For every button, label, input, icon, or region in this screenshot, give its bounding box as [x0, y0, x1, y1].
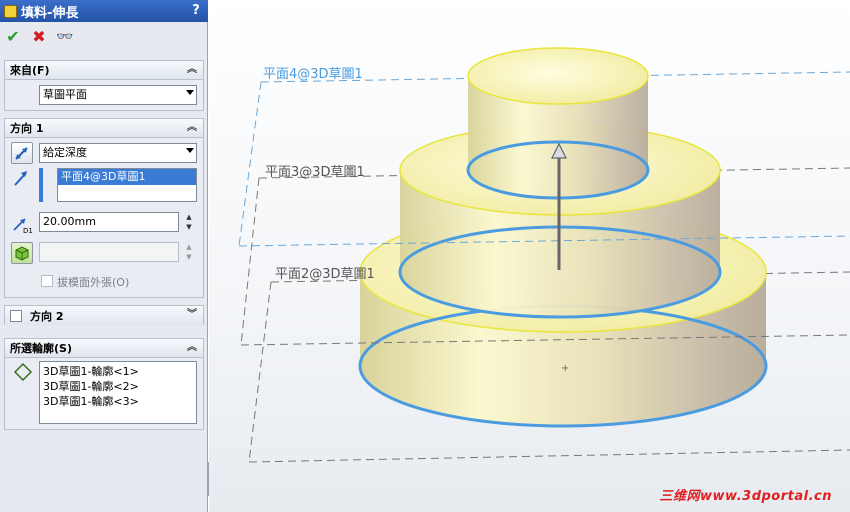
from-select[interactable]: 草圖平面	[39, 85, 197, 105]
collapse-icon[interactable]: ︽	[185, 341, 199, 355]
draft-outward-checkbox[interactable]	[41, 275, 53, 287]
end-condition-value: 給定深度	[43, 146, 87, 159]
collapse-icon[interactable]: ︽	[185, 121, 199, 135]
chevron-down-icon	[186, 90, 194, 95]
list-item[interactable]: 3D草圖1-輪廓<1>	[40, 364, 196, 379]
depth-icon: D1	[11, 212, 33, 235]
reverse-direction-icon[interactable]	[11, 142, 33, 164]
group-contours-title: 所選輪廓(S)	[10, 342, 72, 355]
group-direction2-header[interactable]: 方向 2 ︾	[5, 306, 203, 325]
panel-title: 填料-伸長	[21, 5, 79, 21]
group-from-header[interactable]: 來自(F) ︽	[5, 61, 203, 80]
depth-spinner[interactable]: ▲ ▼	[183, 212, 195, 232]
cancel-button[interactable]: ✖	[30, 28, 48, 46]
group-contours-header[interactable]: 所選輪廓(S) ︽	[5, 339, 203, 358]
help-button[interactable]: ?	[188, 2, 204, 19]
draft-icon[interactable]	[11, 242, 33, 264]
selection-marker	[39, 168, 43, 202]
plane3-label[interactable]: 平面3@3D草圖1	[265, 165, 365, 180]
group-from-title: 來自(F)	[10, 64, 50, 77]
ok-button[interactable]: ✔	[4, 28, 22, 46]
group-from: 來自(F) ︽ 草圖平面	[4, 60, 204, 111]
origin-marker: +	[561, 363, 569, 374]
model-scene: + 平面4@3D草圖1 平面3@3D草圖1 平面2@3D草圖1	[238, 47, 850, 463]
depth-input[interactable]: 20.00mm	[39, 212, 179, 232]
depth-value: 20.00mm	[43, 215, 96, 228]
property-manager: 填料-伸長 ? ✔ ✖ 👓 來自(F) ︽ 草圖平面 方向 1 ︽ 給定深度 平…	[0, 0, 208, 512]
group-direction2-title: 方向 2	[30, 309, 64, 323]
collapse-icon[interactable]: ︽	[185, 63, 199, 77]
contours-list[interactable]: 3D草圖1-輪廓<1> 3D草圖1-輪廓<2> 3D草圖1-輪廓<3>	[39, 361, 197, 424]
draft-angle-input[interactable]	[39, 242, 179, 262]
plane2-label[interactable]: 平面2@3D草圖1	[275, 267, 375, 282]
preview-button[interactable]: 👓	[56, 28, 74, 46]
svg-text:D1: D1	[23, 227, 33, 234]
title-bar: 填料-伸長 ?	[0, 0, 208, 22]
draft-spinner[interactable]: ▲ ▼	[183, 242, 195, 262]
watermark: 三维网www.3dportal.cn	[659, 489, 832, 504]
group-direction2: 方向 2 ︾	[4, 305, 204, 325]
direction-reference-list[interactable]: 平面4@3D草圖1	[57, 168, 197, 202]
group-direction1-title: 方向 1	[10, 122, 44, 135]
chevron-down-icon	[186, 148, 194, 153]
action-bar: ✔ ✖ 👓	[0, 24, 208, 50]
group-direction1-header[interactable]: 方向 1 ︽	[5, 119, 203, 138]
group-direction1: 方向 1 ︽ 給定深度 平面4@3D草圖1 D1 20.00mm ▲ ▼ ▲ ▼…	[4, 118, 204, 298]
draft-outward-label: 拔模面外張(O)	[57, 276, 130, 289]
direction2-checkbox[interactable]	[10, 309, 22, 322]
list-item[interactable]: 3D草圖1-輪廓<3>	[40, 394, 196, 409]
direction-arrow-icon	[11, 168, 33, 190]
group-contours: 所選輪廓(S) ︽ 3D草圖1-輪廓<1> 3D草圖1-輪廓<2> 3D草圖1-…	[4, 338, 204, 430]
from-select-value: 草圖平面	[43, 88, 87, 101]
feature-icon	[4, 4, 17, 18]
contour-icon	[13, 362, 35, 384]
end-condition-select[interactable]: 給定深度	[39, 143, 197, 163]
list-item[interactable]: 3D草圖1-輪廓<2>	[40, 379, 196, 394]
graphics-viewport[interactable]: + 平面4@3D草圖1 平面3@3D草圖1 平面2@3D草圖1 三维网www.3…	[209, 0, 850, 512]
plane4-label[interactable]: 平面4@3D草圖1	[263, 67, 363, 82]
list-item[interactable]: 平面4@3D草圖1	[58, 169, 196, 185]
expand-icon[interactable]: ︾	[185, 308, 199, 322]
